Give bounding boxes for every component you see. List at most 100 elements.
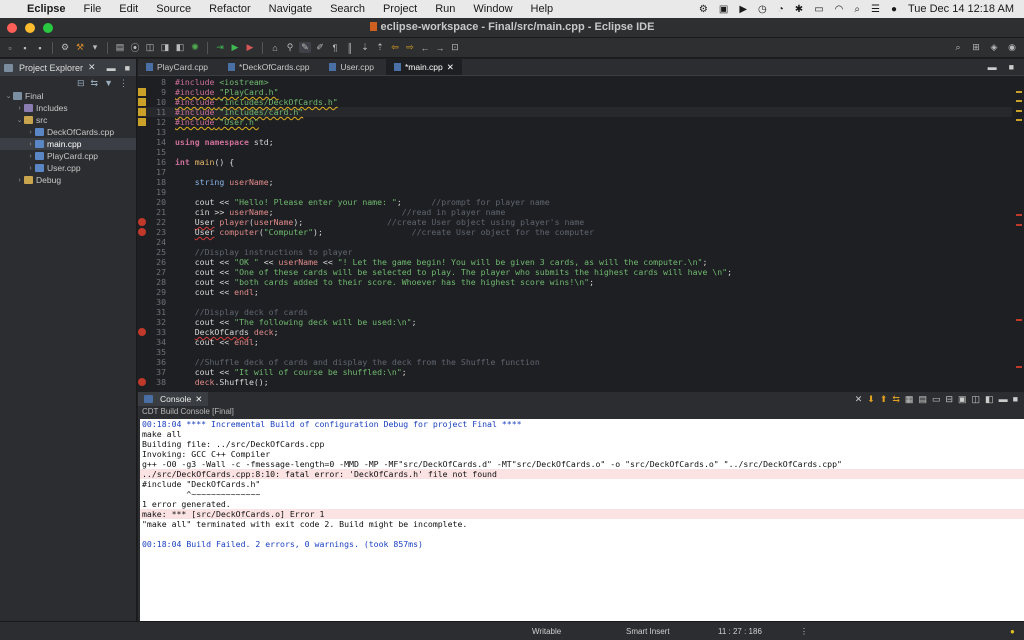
link-console-icon[interactable]: ⇆ bbox=[892, 394, 900, 405]
console-output[interactable]: 00:18:04 **** Incremental Build of confi… bbox=[140, 419, 1024, 621]
build-menu-icon[interactable]: ▾ bbox=[89, 42, 101, 53]
search-icon[interactable]: ⌕ bbox=[952, 42, 964, 53]
close-icon[interactable]: ✕ bbox=[195, 394, 202, 405]
remove-launch-icon[interactable]: ✕ bbox=[855, 394, 863, 405]
overview-marker[interactable] bbox=[1016, 214, 1022, 216]
console-tab[interactable]: Console ✕ bbox=[138, 392, 209, 406]
run-icon[interactable]: ▶ bbox=[229, 42, 241, 53]
editor-tab[interactable]: PlayCard.cpp bbox=[138, 59, 216, 75]
siri-icon[interactable]: ● bbox=[891, 4, 897, 15]
next-annotation-icon[interactable]: ⇣ bbox=[359, 42, 371, 53]
chevron-down-icon[interactable]: ⌄ bbox=[15, 116, 24, 124]
prev-error-icon[interactable]: ⬆ bbox=[880, 394, 888, 405]
pin-icon[interactable]: ⊡ bbox=[449, 42, 461, 53]
chevron-right-icon[interactable]: › bbox=[26, 153, 35, 160]
display-console-icon[interactable]: ▣ bbox=[958, 394, 967, 405]
menu-refactor[interactable]: Refactor bbox=[200, 3, 260, 15]
app-menu[interactable]: Eclipse bbox=[18, 3, 75, 15]
tree-item[interactable]: › PlayCard.cpp bbox=[0, 150, 136, 162]
error-marker-icon[interactable] bbox=[138, 327, 149, 337]
collapse-all-icon[interactable]: ⊟ bbox=[77, 78, 85, 89]
menu-edit[interactable]: Edit bbox=[110, 3, 147, 15]
menu-search[interactable]: Search bbox=[321, 3, 374, 15]
menu-run[interactable]: Run bbox=[426, 3, 464, 15]
maximize-editor-icon[interactable]: ■ bbox=[1009, 62, 1014, 72]
new-class-icon[interactable]: ◫ bbox=[144, 42, 156, 53]
overview-marker[interactable] bbox=[1016, 366, 1022, 368]
cpp-perspective-icon[interactable]: ◈ bbox=[988, 42, 1000, 53]
build-config-icon[interactable]: ⚙ bbox=[59, 42, 71, 53]
new-file-icon[interactable]: ◧ bbox=[174, 42, 186, 53]
highlight-icon[interactable]: ✎ bbox=[299, 42, 311, 53]
tree-item[interactable]: › Includes bbox=[0, 102, 136, 114]
save-all-icon[interactable]: ▪ bbox=[34, 42, 46, 53]
chevron-right-icon[interactable]: › bbox=[15, 105, 24, 112]
editor-tab[interactable]: *DeckOfCards.cpp bbox=[220, 59, 317, 75]
history-icon[interactable]: ◷ bbox=[758, 4, 767, 15]
status-menu-icon[interactable]: ⋮ bbox=[800, 627, 808, 636]
open-folder-icon[interactable]: ⌂ bbox=[269, 42, 281, 53]
overview-marker[interactable] bbox=[1016, 318, 1022, 321]
clear-console-icon[interactable]: ▭ bbox=[932, 394, 941, 405]
new-console-icon[interactable]: ◧ bbox=[985, 394, 994, 405]
menu-project[interactable]: Project bbox=[374, 3, 426, 15]
show-whitespace-icon[interactable]: ¶ bbox=[329, 42, 341, 53]
word-wrap-icon[interactable]: ▤ bbox=[918, 394, 927, 405]
tip-icon[interactable]: ● bbox=[1010, 627, 1015, 636]
control-center-icon[interactable]: ☰ bbox=[871, 4, 880, 15]
menu-window[interactable]: Window bbox=[464, 3, 521, 15]
next-error-icon[interactable]: ⬇ bbox=[867, 394, 875, 405]
warning-marker-icon[interactable] bbox=[138, 117, 149, 127]
tree-item[interactable]: › Debug bbox=[0, 174, 136, 186]
overview-ruler[interactable] bbox=[1012, 77, 1024, 386]
link-with-editor-icon[interactable]: ⇆ bbox=[91, 78, 99, 89]
minimize-editor-icon[interactable]: ▬ bbox=[988, 62, 997, 72]
prev-annotation-icon[interactable]: ⇡ bbox=[374, 42, 386, 53]
menu-source[interactable]: Source bbox=[147, 3, 200, 15]
build-icon[interactable]: ⚒ bbox=[74, 42, 86, 53]
overview-marker[interactable] bbox=[1016, 223, 1022, 226]
project-explorer-tab[interactable]: Project Explorer ✕ ▬ ■ bbox=[0, 59, 136, 76]
menu-help[interactable]: Help bbox=[522, 3, 563, 15]
debug-icon[interactable]: ✺ bbox=[189, 42, 201, 53]
overview-marker[interactable] bbox=[1016, 119, 1022, 121]
code-editor[interactable]: 8 #include <iostream> 9 #include "PlayCard.… bbox=[138, 77, 1012, 386]
column-icon[interactable]: ║ bbox=[344, 42, 356, 53]
menu-navigate[interactable]: Navigate bbox=[260, 3, 321, 15]
tree-item[interactable]: ⌄ Final bbox=[0, 90, 136, 102]
search-icon[interactable]: ⌕ bbox=[854, 4, 860, 15]
monitor-icon[interactable]: ▣ bbox=[719, 4, 728, 15]
scroll-lock-icon[interactable]: ▦ bbox=[905, 394, 914, 405]
overview-marker[interactable] bbox=[1016, 90, 1022, 93]
chevron-right-icon[interactable]: › bbox=[15, 177, 24, 184]
pin-console-icon[interactable]: ⊟ bbox=[945, 394, 953, 405]
close-icon[interactable]: ✕ bbox=[447, 62, 454, 73]
new-folder-icon[interactable]: ◨ bbox=[159, 42, 171, 53]
warning-marker-icon[interactable] bbox=[138, 87, 149, 97]
error-marker-icon[interactable] bbox=[138, 217, 149, 227]
wifi-icon[interactable]: ◠ bbox=[835, 4, 844, 15]
forward-icon[interactable]: ⇨ bbox=[404, 42, 416, 53]
timer-icon[interactable]: ◔ bbox=[778, 4, 784, 15]
save-icon[interactable]: ▪ bbox=[19, 42, 31, 53]
overview-marker[interactable] bbox=[1016, 109, 1022, 112]
skip-icon[interactable]: ⇥ bbox=[214, 42, 226, 53]
nav-back-icon[interactable]: ← bbox=[419, 42, 431, 53]
error-marker-icon[interactable] bbox=[138, 377, 149, 386]
gear-icon[interactable]: ⚙ bbox=[699, 4, 708, 15]
new-icon[interactable]: ▫ bbox=[4, 42, 16, 53]
search-files-icon[interactable]: ⚲ bbox=[284, 42, 296, 53]
chevron-right-icon[interactable]: › bbox=[26, 165, 35, 172]
chevron-right-icon[interactable]: › bbox=[26, 129, 35, 136]
chevron-right-icon[interactable]: › bbox=[26, 141, 35, 148]
nav-forward-icon[interactable]: → bbox=[434, 42, 446, 53]
battery-icon[interactable]: ▭ bbox=[814, 4, 823, 15]
open-perspective-icon[interactable]: ⊞ bbox=[970, 42, 982, 53]
minimize-console-icon[interactable]: ▬ bbox=[999, 394, 1008, 405]
tree-item[interactable]: › main.cpp bbox=[0, 138, 136, 150]
filter-icon[interactable]: ▼ bbox=[104, 78, 113, 88]
maximize-console-icon[interactable]: ■ bbox=[1013, 394, 1018, 405]
breakpoint-icon[interactable]: ⦿ bbox=[129, 42, 141, 53]
chevron-down-icon[interactable]: ⌄ bbox=[4, 92, 13, 100]
tree-item[interactable]: ⌄ src bbox=[0, 114, 136, 126]
